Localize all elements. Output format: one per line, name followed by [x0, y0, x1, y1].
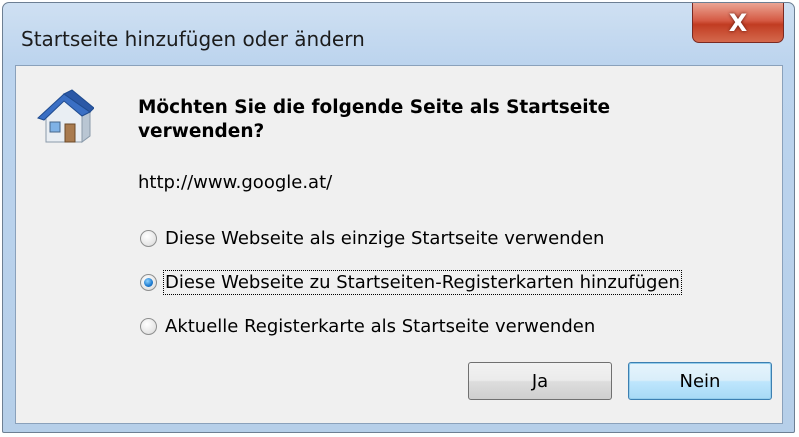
house-icon	[37, 89, 94, 143]
option-only-homepage[interactable]: Diese Webseite als einzige Startseite ve…	[140, 224, 604, 252]
radio-only-homepage[interactable]	[140, 229, 157, 247]
close-button[interactable]: X	[692, 3, 784, 43]
dialog-content: Möchten Sie die folgende Seite als Start…	[15, 65, 783, 424]
no-button[interactable]: Nein	[628, 362, 772, 400]
radio-current-tab[interactable]	[140, 317, 157, 335]
option-label: Diese Webseite zu Startseiten-Registerka…	[163, 269, 682, 295]
yes-button[interactable]: Ja	[468, 362, 612, 400]
dialog-question: Möchten Sie die folgende Seite als Start…	[138, 97, 611, 142]
radio-add-to-tabs[interactable]	[140, 273, 157, 291]
option-label: Aktuelle Registerkarte als Startseite ve…	[165, 315, 596, 337]
dialog-window: Startseite hinzufügen oder ändern X Möch…	[2, 2, 795, 433]
homepage-url: http://www.google.at/	[138, 172, 333, 193]
close-icon: X	[728, 8, 748, 37]
window-title: Startseite hinzufügen oder ändern	[21, 27, 365, 51]
option-label: Diese Webseite als einzige Startseite ve…	[165, 227, 605, 249]
title-bar[interactable]: Startseite hinzufügen oder ändern X	[3, 3, 794, 67]
option-current-tab[interactable]: Aktuelle Registerkarte als Startseite ve…	[140, 312, 595, 340]
option-add-to-tabs[interactable]: Diese Webseite zu Startseiten-Registerka…	[140, 268, 682, 296]
